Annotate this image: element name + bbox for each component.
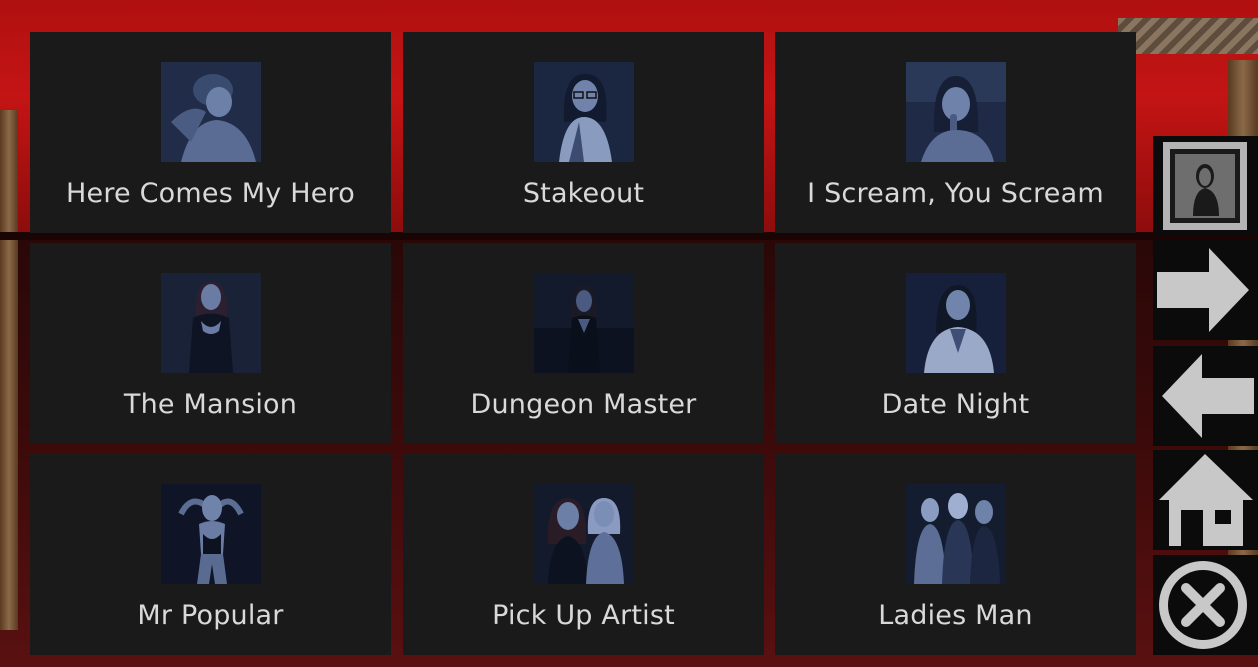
previous-page-button[interactable]: [1153, 346, 1258, 446]
scene-tile-stakeout[interactable]: Stakeout: [403, 32, 764, 233]
wooden-post-left: [0, 110, 18, 630]
portrait-woman-standing-icon: [161, 273, 261, 373]
portrait-woman-glasses-icon: [534, 62, 634, 162]
scene-tile-ladies-man[interactable]: Ladies Man: [775, 454, 1136, 655]
portrait-woman-icecream-icon: [906, 62, 1006, 162]
scene-tile-here-comes-my-hero[interactable]: Here Comes My Hero: [30, 32, 391, 233]
portrait-three-women-icon: [906, 484, 1006, 584]
scene-tile-dungeon-master[interactable]: Dungeon Master: [403, 243, 764, 444]
scene-title: I Scream, You Scream: [807, 178, 1104, 209]
arrow-left-icon: [1162, 354, 1254, 438]
scene-title: Mr Popular: [137, 600, 284, 631]
scene-title: The Mansion: [123, 389, 298, 420]
framed-portrait-icon: [1163, 142, 1247, 230]
scene-tile-pick-up-artist[interactable]: Pick Up Artist: [403, 454, 764, 655]
portrait-woman-posing-icon: [161, 484, 261, 584]
home-button[interactable]: [1153, 450, 1258, 550]
scene-tile-date-night[interactable]: Date Night: [775, 243, 1136, 444]
scene-tile-the-mansion[interactable]: The Mansion: [30, 243, 391, 444]
close-button[interactable]: [1153, 555, 1258, 655]
scene-title: Pick Up Artist: [492, 600, 675, 631]
scene-title: Date Night: [881, 389, 1030, 420]
next-page-button[interactable]: [1153, 240, 1258, 340]
ceiling-truss: [1118, 18, 1258, 54]
portrait-two-women-icon: [534, 484, 634, 584]
scene-tile-i-scream-you-scream[interactable]: I Scream, You Scream: [775, 32, 1136, 233]
scene-title: Here Comes My Hero: [66, 178, 355, 209]
scene-title: Stakeout: [522, 178, 645, 209]
house-icon: [1159, 454, 1253, 546]
close-circle-icon: [1159, 561, 1247, 649]
gallery-button[interactable]: [1153, 136, 1258, 235]
scene-title: Ladies Man: [878, 600, 1033, 631]
scene-title: Dungeon Master: [470, 389, 697, 420]
arrow-right-icon: [1157, 248, 1249, 332]
scene-tile-mr-popular[interactable]: Mr Popular: [30, 454, 391, 655]
portrait-woman-white-shirt-icon: [906, 273, 1006, 373]
wall-trim: [0, 232, 1258, 240]
portrait-woman-lying-icon: [161, 62, 261, 162]
portrait-woman-dark-room-icon: [534, 273, 634, 373]
